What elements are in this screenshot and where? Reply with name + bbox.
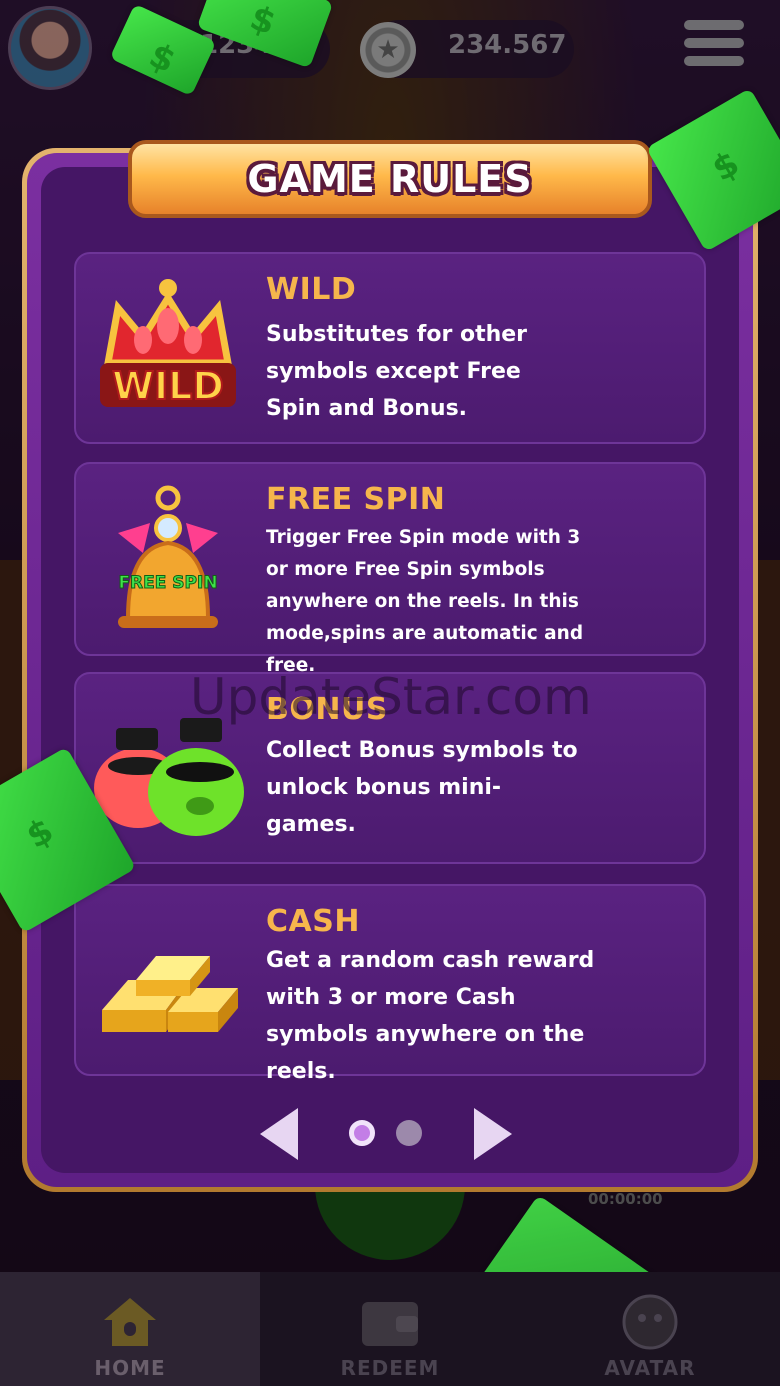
- nav-avatar-label: AVATAR: [604, 1356, 696, 1380]
- wild-crown-icon: WILD: [100, 279, 236, 409]
- nav-home-label: HOME: [94, 1356, 166, 1380]
- wallet-icon: [362, 1302, 418, 1346]
- avatar-icon: [622, 1294, 678, 1350]
- rule-description: Trigger Free Spin mode with 3 or more Fr…: [266, 527, 584, 676]
- previous-page-arrow-icon[interactable]: [260, 1108, 298, 1160]
- rule-description: Collect Bonus symbols to unlock bonus mi…: [266, 738, 578, 837]
- free-spin-icon-text-1: FREE SPIN: [118, 573, 217, 593]
- rule-title: CASH: [266, 904, 360, 939]
- page-indicator-1[interactable]: [349, 1120, 375, 1146]
- nav-avatar[interactable]: AVATAR: [520, 1272, 780, 1386]
- next-page-arrow-icon[interactable]: [474, 1108, 512, 1160]
- player-avatar[interactable]: [8, 6, 92, 90]
- modal-title-banner: GAME RULES: [128, 140, 652, 218]
- rule-description: Get a random cash reward with 3 or more …: [266, 948, 595, 1084]
- wild-icon-text: WILD: [112, 364, 224, 408]
- hamburger-menu-icon[interactable]: [684, 20, 744, 76]
- bottom-navigation: HOME REDEEM AVATAR: [0, 1272, 780, 1386]
- rule-card-free-spin: FREE SPIN FREE SPIN Trigger Free Spin mo…: [74, 462, 706, 676]
- page-indicator-2[interactable]: [396, 1120, 422, 1146]
- modal-title: GAME RULES: [247, 157, 533, 201]
- rule-title: FREE SPIN: [266, 482, 446, 517]
- free-spin-bell-icon: FREE SPIN: [118, 485, 218, 628]
- home-icon: [104, 1298, 156, 1346]
- coin-balance-value: 234.567: [448, 30, 567, 60]
- gold-bars-icon: [102, 956, 238, 1032]
- rule-title: WILD: [266, 272, 357, 307]
- nav-redeem-label: REDEEM: [340, 1356, 440, 1380]
- rule-card-cash: CASH Get a random cash reward with 3 or …: [74, 884, 706, 1084]
- nav-home[interactable]: HOME: [0, 1272, 260, 1386]
- rule-card-wild: WILD WILD Substitutes for other symbols …: [74, 252, 706, 444]
- coin-icon: ★: [360, 22, 416, 78]
- nav-redeem[interactable]: REDEEM: [260, 1272, 520, 1386]
- rule-description: Substitutes for other symbols except Fre…: [266, 322, 528, 421]
- watermark: UpdateStar.com: [190, 668, 592, 726]
